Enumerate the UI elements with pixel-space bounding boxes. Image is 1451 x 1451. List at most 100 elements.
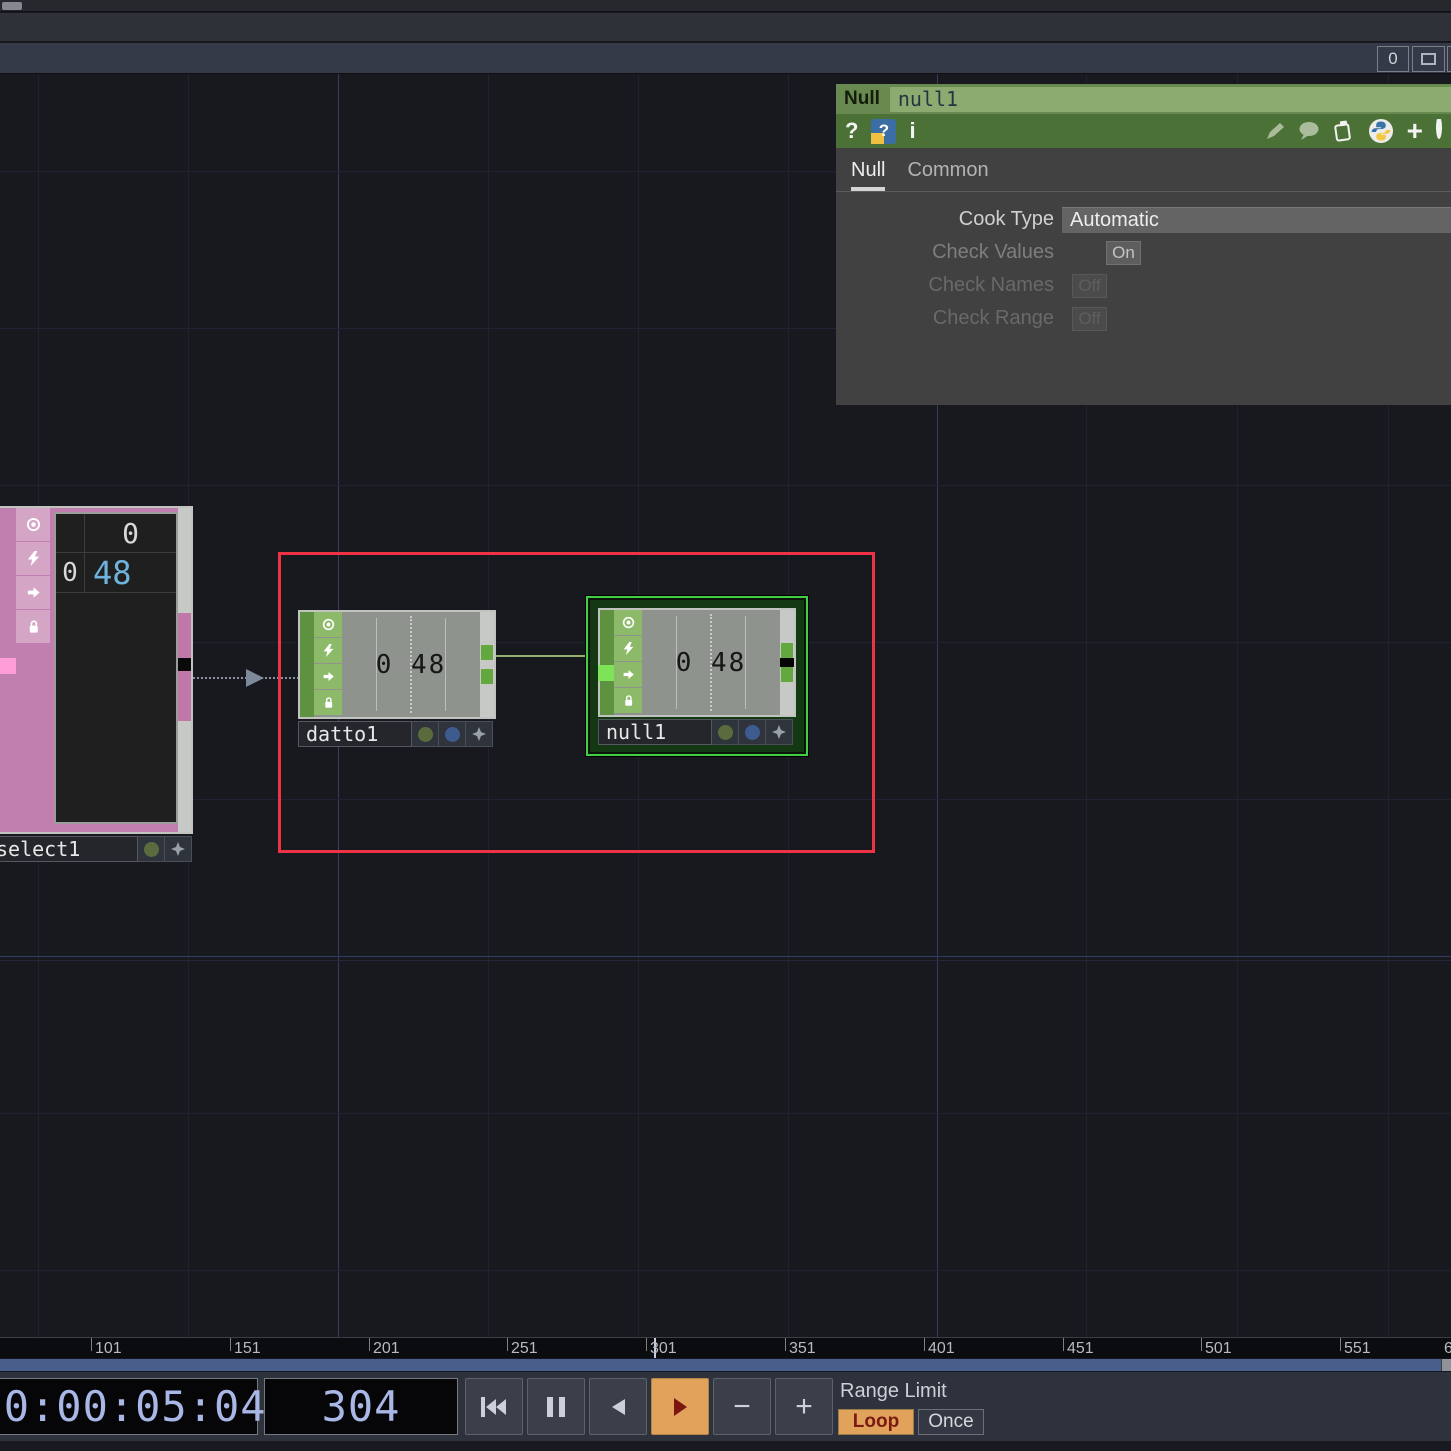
check-values-toggle[interactable]: On (1106, 241, 1141, 265)
info-icon[interactable]: i (909, 118, 915, 144)
node-select1-name-row: select1 (0, 836, 193, 862)
titlebar-tab[interactable] (2, 2, 22, 10)
node-comment-chip[interactable] (165, 836, 192, 862)
param-row-check-range: Check Range Off (836, 305, 1451, 332)
parameter-dialog: Null null1 ? ? i (836, 84, 1451, 405)
table-col-header: 0 (85, 514, 176, 552)
node-select1[interactable]: 0 0 48 select1 (0, 506, 193, 862)
ruler-tick (1201, 1338, 1202, 1351)
ruler-tick (91, 1338, 92, 1351)
ruler-label: 201 (373, 1340, 400, 1358)
table-cell-value: 48 (85, 553, 176, 592)
ruler-tick (924, 1338, 925, 1351)
operator-type-label: Null (836, 88, 890, 110)
check-range-label: Check Range (836, 307, 1062, 330)
grid-line (0, 960, 1451, 961)
ruler-label: 101 (95, 1340, 122, 1358)
ruler-label: 551 (1344, 1340, 1371, 1358)
param-row-check-values: Check Values On (836, 239, 1451, 266)
ruler-label: 351 (789, 1340, 816, 1358)
node-flag-column (16, 508, 50, 644)
check-range-toggle[interactable]: Off (1072, 307, 1107, 331)
tab-null[interactable]: Null (851, 159, 885, 191)
bottom-strip (0, 1441, 1451, 1451)
node-select1-connector-strip (178, 508, 191, 832)
clipped-gear-icon[interactable] (1436, 119, 1445, 143)
play-forward-button[interactable] (651, 1378, 709, 1435)
once-button[interactable]: Once (918, 1409, 984, 1435)
select1-output-connector-2[interactable] (178, 671, 191, 721)
ruler-label: 501 (1205, 1340, 1232, 1358)
range-bar-handle[interactable] (1441, 1359, 1451, 1371)
grid-line (0, 1270, 1451, 1271)
frame-field[interactable]: 304 (264, 1378, 458, 1435)
olive-dot-icon (144, 842, 159, 857)
edit-pencil-icon[interactable] (1265, 121, 1285, 141)
python-logo-icon[interactable] (1368, 118, 1394, 144)
touchdesigner-window: 0 0 0 48 (0, 0, 1451, 1451)
timeline-range-bar[interactable] (0, 1358, 1451, 1372)
triangle-right-icon (672, 1397, 688, 1417)
selection-marquee (278, 552, 875, 853)
param-row-check-names: Check Names Off (836, 272, 1451, 299)
tab-common[interactable]: Common (907, 159, 988, 191)
frame-decrement-button[interactable]: − (713, 1378, 771, 1435)
parameter-dialog-header: Null null1 (836, 84, 1451, 114)
check-names-toggle[interactable]: Off (1072, 274, 1107, 298)
select1-output-connector[interactable] (178, 613, 191, 658)
parameter-rows: Cook Type Automatic Check Values On Chec… (836, 206, 1451, 332)
ruler-tick (507, 1338, 508, 1351)
node-select1-name-field[interactable]: select1 (0, 836, 138, 862)
viewer-icon[interactable] (16, 508, 50, 541)
frame-increment-button[interactable]: + (775, 1378, 833, 1435)
ruler-tick (1340, 1338, 1341, 1351)
ruler-tick (646, 1338, 647, 1351)
triangle-left-icon (610, 1398, 626, 1416)
pause-button[interactable] (527, 1378, 585, 1435)
ruler-label: 451 (1067, 1340, 1094, 1358)
python-help-glyph: ? (879, 121, 889, 141)
ruler-label: 401 (928, 1340, 955, 1358)
parameter-tabs: Null Common (836, 148, 1451, 192)
bypass-icon[interactable] (16, 542, 50, 575)
cook-type-menu[interactable]: Automatic (1062, 207, 1451, 233)
table-row: 0 48 (56, 553, 176, 593)
ruler-label: 251 (511, 1340, 538, 1358)
timeline-ruler[interactable]: 6 101151201251301351401451501551 (0, 1337, 1451, 1358)
loop-button[interactable]: Loop (838, 1409, 914, 1435)
play-backward-button[interactable] (589, 1378, 647, 1435)
dock-icon[interactable] (16, 576, 50, 609)
add-parameter-icon[interactable]: + (1407, 115, 1423, 147)
lock-icon[interactable] (16, 610, 50, 643)
cook-type-label: Cook Type (836, 208, 1062, 231)
frame-counter-box[interactable]: 0 (1377, 46, 1409, 72)
python-help-icon[interactable]: ? (871, 119, 896, 144)
node-select1-body[interactable]: 0 0 48 (0, 506, 193, 834)
operator-name-field[interactable]: null1 (890, 87, 1451, 112)
comment-bubble-icon[interactable] (1298, 121, 1320, 141)
timecode-field[interactable]: 00:00:05:04 (0, 1378, 258, 1435)
top-toolbar: 0 (0, 43, 1451, 74)
clipped-toolbar-button[interactable] (1447, 46, 1451, 72)
check-values-label: Check Values (836, 241, 1062, 264)
jump-to-start-button[interactable] (465, 1378, 523, 1435)
param-row-cook-type: Cook Type Automatic (836, 206, 1451, 233)
ruler-label: 151 (234, 1340, 261, 1358)
pause-icon (547, 1397, 565, 1417)
wire-flow-arrow-icon (246, 669, 266, 687)
menu-bar[interactable] (0, 13, 1451, 42)
maximize-icon (1421, 53, 1436, 65)
table-corner-cell (56, 514, 85, 552)
table-header-row: 0 (56, 514, 176, 553)
grid-line (0, 1113, 1451, 1114)
table-row-index: 0 (56, 553, 85, 592)
node-color-chip[interactable] (138, 836, 165, 862)
ruler-tick (369, 1338, 370, 1351)
copy-parameters-icon[interactable] (1333, 120, 1355, 142)
ruler-tick (785, 1338, 786, 1351)
range-limit-label: Range Limit (840, 1380, 947, 1403)
check-names-label: Check Names (836, 274, 1062, 297)
help-icon[interactable]: ? (845, 118, 858, 144)
maximize-pane-button[interactable] (1412, 46, 1445, 72)
title-bar (0, 0, 1451, 12)
